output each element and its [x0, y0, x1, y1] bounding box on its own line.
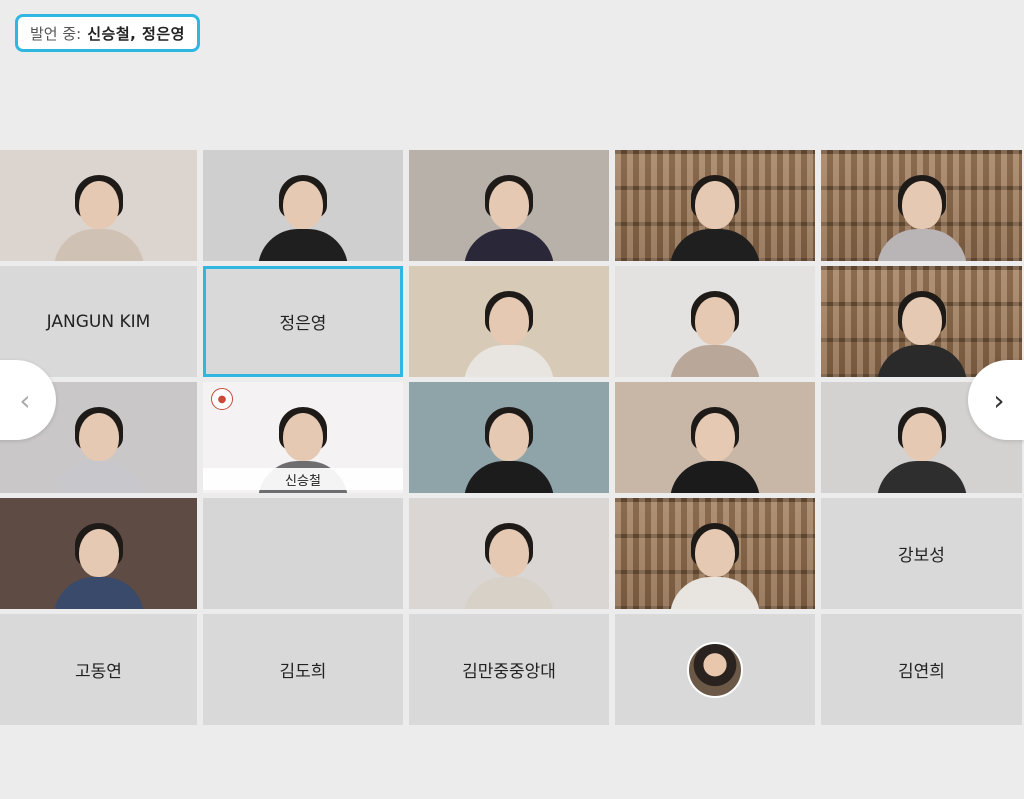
participant-tile[interactable]: ● 신승철	[203, 382, 403, 493]
participant-video	[821, 266, 1022, 377]
participant-figure	[464, 171, 554, 261]
participant-tile[interactable]	[615, 614, 815, 725]
participant-tile[interactable]	[409, 498, 609, 609]
participant-figure	[464, 519, 554, 609]
participant-video	[409, 266, 609, 377]
participant-video	[409, 382, 609, 493]
participant-name: 고동연	[75, 662, 122, 682]
participant-figure	[464, 403, 554, 493]
participant-figure	[670, 403, 760, 493]
participant-figure	[258, 171, 348, 261]
speaker-banner-names: 신승철, 정은영	[87, 24, 185, 43]
speaker-banner-prefix: 발언 중:	[30, 24, 82, 43]
participant-name: 정은영	[279, 314, 327, 334]
participant-video	[821, 150, 1022, 261]
participant-figure	[670, 519, 760, 609]
participant-video	[203, 150, 403, 261]
participant-tile[interactable]	[0, 498, 197, 609]
participant-tile[interactable]	[821, 150, 1022, 261]
participant-figure	[670, 171, 760, 261]
participant-figure	[53, 519, 144, 609]
participant-tile-video-off[interactable]	[203, 498, 403, 609]
participant-video	[615, 150, 815, 261]
participant-video	[409, 498, 609, 609]
participant-gallery: JANGUN KIM 정은영 ● 신승철강보성고동연 김도희 김만중중앙대 김연희	[0, 150, 1024, 725]
participant-figure	[876, 287, 967, 377]
participant-name: 김연희	[898, 662, 945, 682]
participant-name: 김만중중앙대	[462, 662, 556, 682]
participant-video	[615, 498, 815, 609]
participant-tile[interactable]: 정은영	[203, 266, 403, 377]
participant-video	[0, 498, 197, 609]
participant-tile[interactable]: 김도희	[203, 614, 403, 725]
participant-tile[interactable]: 고동연	[0, 614, 197, 725]
participant-tile[interactable]	[203, 150, 403, 261]
active-speaker-banner: 발언 중: 신승철, 정은영	[15, 14, 200, 52]
chevron-left-icon: ‹	[19, 383, 31, 417]
participant-figure	[464, 287, 554, 377]
participant-figure	[876, 171, 967, 261]
participant-tile[interactable]: 강보성	[821, 498, 1022, 609]
participant-tile[interactable]	[615, 150, 815, 261]
participant-name-label: 신승철	[203, 468, 403, 490]
participant-figure	[53, 171, 144, 261]
participant-tile[interactable]: 김연희	[821, 614, 1022, 725]
participant-tile[interactable]	[409, 266, 609, 377]
participant-video	[615, 266, 815, 377]
participant-tile[interactable]: JANGUN KIM	[0, 266, 197, 377]
participant-tile[interactable]	[615, 498, 815, 609]
participant-avatar	[687, 641, 743, 698]
participant-name: 강보성	[898, 546, 945, 566]
participant-tile[interactable]	[409, 150, 609, 261]
participant-figure	[876, 403, 967, 493]
participant-figure	[53, 403, 144, 493]
participant-name: JANGUN KIM	[46, 311, 151, 332]
participant-tile[interactable]	[615, 266, 815, 377]
participant-tile[interactable]: 김만중중앙대	[409, 614, 609, 725]
participant-video	[409, 150, 609, 261]
participant-tile[interactable]	[409, 382, 609, 493]
chevron-right-icon: ›	[993, 383, 1005, 417]
participant-name: 김도희	[279, 662, 327, 682]
participant-video	[615, 382, 815, 493]
participant-tile[interactable]	[0, 150, 197, 261]
participant-figure	[670, 287, 760, 377]
participant-tile[interactable]	[821, 266, 1022, 377]
logo-icon: ●	[211, 388, 233, 410]
participant-tile[interactable]	[615, 382, 815, 493]
participant-video	[0, 150, 197, 261]
